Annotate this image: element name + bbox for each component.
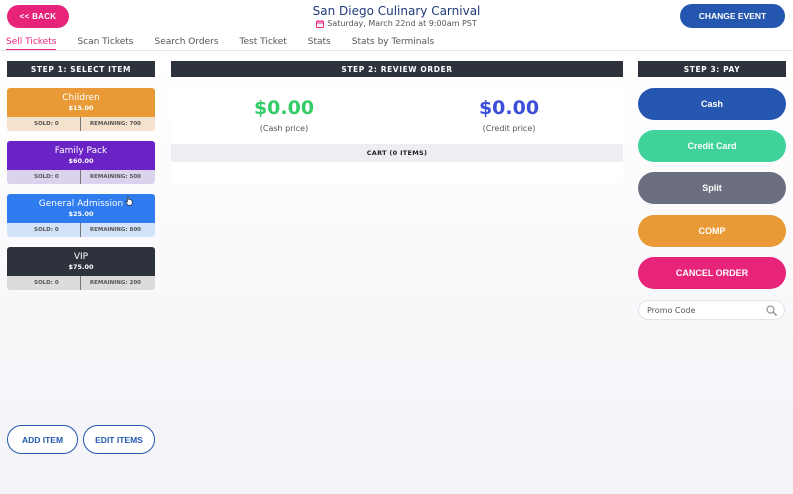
item-stats: SOLD: 0 REMAINING: 800: [7, 223, 155, 237]
promo-code-input[interactable]: [647, 305, 762, 315]
credit-card-button[interactable]: Credit Card: [638, 130, 786, 162]
tab-scan-tickets[interactable]: Scan Tickets: [77, 37, 133, 50]
item-sold: SOLD: 0: [7, 117, 81, 131]
search-icon[interactable]: [766, 305, 777, 316]
item-price: $75.00: [68, 262, 94, 271]
step3-header: STEP 3: PAY: [638, 61, 786, 77]
tab-stats-by-terminals[interactable]: Stats by Terminals: [352, 37, 434, 50]
item-price: $15.00: [68, 103, 94, 112]
event-date-text: Saturday, March 22nd at 9:00am PST: [327, 19, 477, 28]
item-name: General Admission: [38, 198, 124, 209]
tab-test-ticket[interactable]: Test Ticket: [240, 37, 287, 50]
calendar-icon: [316, 19, 325, 28]
pointer-cursor-icon: [125, 196, 133, 206]
split-button[interactable]: Split: [638, 172, 786, 204]
credit-price-amount: $0.00: [478, 97, 540, 119]
review-order-panel: $0.00 (Cash price) $0.00 (Credit price): [171, 88, 623, 183]
cancel-order-button[interactable]: CANCEL ORDER: [638, 257, 786, 289]
item-remaining: REMAINING: 200: [89, 280, 141, 286]
add-item-button[interactable]: ADD ITEM: [7, 425, 78, 454]
item-stats: SOLD: 0 REMAINING: 500: [7, 170, 155, 184]
step1-header: STEP 1: SELECT ITEM: [7, 61, 155, 77]
cash-price-amount: $0.00: [253, 97, 315, 119]
item-sold: SOLD: 0: [7, 170, 81, 184]
edit-items-button[interactable]: EDIT ITEMS: [83, 425, 155, 454]
item-remaining: REMAINING: 500: [89, 174, 141, 180]
tab-divider: [0, 50, 793, 51]
cash-price-label: (Cash price): [259, 124, 309, 133]
item-sold: SOLD: 0: [7, 276, 81, 290]
credit-price-label: (Credit price): [482, 124, 536, 133]
cash-button[interactable]: Cash: [638, 88, 786, 120]
item-card-family-pack[interactable]: Family Pack $60.00 SOLD: 0 REMAINING: 50…: [7, 141, 155, 184]
item-card-vip[interactable]: VIP $75.00 SOLD: 0 REMAINING: 200: [7, 247, 155, 290]
item-remaining: REMAINING: 700: [89, 121, 141, 127]
item-remaining: REMAINING: 800: [89, 227, 141, 233]
item-price: $60.00: [68, 156, 94, 165]
event-date-row: Saturday, March 22nd at 9:00am PST: [0, 19, 793, 28]
tab-sell-tickets[interactable]: Sell Tickets: [6, 37, 57, 50]
change-event-button[interactable]: CHANGE EVENT: [680, 4, 785, 28]
item-stats: SOLD: 0 REMAINING: 200: [7, 276, 155, 290]
item-card-children[interactable]: Children $15.00 SOLD: 0 REMAINING: 700: [7, 88, 155, 131]
tab-search-orders[interactable]: Search Orders: [155, 37, 219, 50]
item-top: Family Pack $60.00: [7, 141, 155, 170]
promo-code-field[interactable]: [638, 300, 785, 320]
cart-header: CART (0 ITEMS): [171, 144, 623, 162]
comp-button[interactable]: COMP: [638, 215, 786, 247]
item-price: $25.00: [68, 209, 94, 218]
step2-header: STEP 2: REVIEW ORDER: [171, 61, 623, 77]
event-title: San Diego Culinary Carnival: [312, 4, 481, 18]
item-sold: SOLD: 0: [7, 223, 81, 237]
item-top: VIP $75.00: [7, 247, 155, 276]
tab-stats[interactable]: Stats: [308, 37, 331, 50]
tab-bar: Sell Tickets Scan Tickets Search Orders …: [6, 37, 455, 50]
item-name: VIP: [73, 251, 89, 262]
item-name: Family Pack: [54, 145, 108, 156]
item-name: Children: [62, 92, 100, 103]
item-top: Children $15.00: [7, 88, 155, 117]
item-stats: SOLD: 0 REMAINING: 700: [7, 117, 155, 131]
